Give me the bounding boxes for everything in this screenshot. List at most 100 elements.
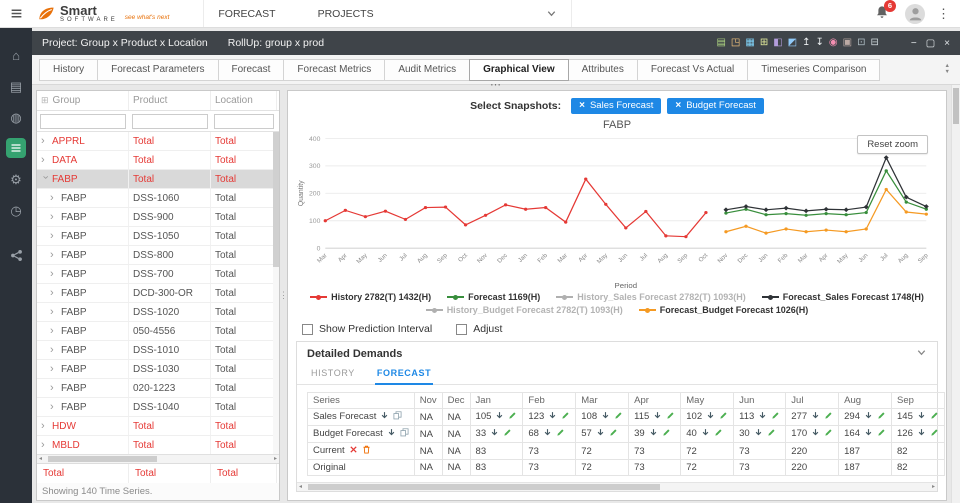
snapshot-chip-sales-forecast[interactable]: ×Sales Forecast bbox=[571, 98, 661, 114]
minimize-icon[interactable]: − bbox=[911, 38, 917, 49]
edit-icon[interactable] bbox=[714, 428, 723, 440]
tree-row[interactable]: ›FABPDSS-900Total bbox=[37, 208, 279, 227]
kebab-menu-icon[interactable]: ⋮ bbox=[937, 7, 950, 20]
tree-row[interactable]: ›MBLDTotalTotal bbox=[37, 436, 279, 454]
sidebar-item-history[interactable]: ◷ bbox=[0, 199, 32, 221]
legend-item-history[interactable]: History 2782(T) 1432(H) bbox=[310, 292, 431, 302]
collapse-chevron-icon[interactable] bbox=[916, 347, 927, 361]
expand-icon[interactable]: › bbox=[41, 136, 49, 147]
demands-col-nov[interactable]: Nov bbox=[414, 393, 442, 409]
add-icon[interactable]: ⊞ bbox=[760, 38, 768, 48]
decrease-icon[interactable] bbox=[548, 411, 557, 423]
tree-row[interactable]: ›FABPDSS-1020Total bbox=[37, 303, 279, 322]
expand-icon[interactable]: › bbox=[50, 383, 58, 394]
sidebar-item-globe[interactable]: ◍ bbox=[0, 106, 32, 128]
sidebar-item-share[interactable] bbox=[0, 244, 32, 266]
splitter-handle-icon[interactable]: ⋯ bbox=[490, 81, 502, 89]
decrease-icon[interactable] bbox=[701, 428, 710, 440]
forecast-chart[interactable]: 0100200300400MarAprMayJunJulAugSepOctNov… bbox=[294, 131, 940, 291]
scrollbar-thumb[interactable] bbox=[308, 484, 660, 490]
sidebar-item-projects[interactable] bbox=[0, 137, 32, 159]
scrollbar-thumb[interactable] bbox=[48, 456, 157, 462]
decrease-icon[interactable] bbox=[917, 428, 926, 440]
panel-splitter[interactable]: ⋮ bbox=[280, 90, 287, 501]
sidebar-item-settings[interactable]: ⚙ bbox=[0, 168, 32, 190]
expand-icon[interactable]: › bbox=[50, 250, 58, 261]
app-logo[interactable]: Smart SOFTWARE see what's next bbox=[37, 4, 169, 23]
sidebar-item-home[interactable]: ⌂ bbox=[0, 44, 32, 66]
nav-forecast[interactable]: FORECAST bbox=[218, 8, 275, 20]
edit-icon[interactable] bbox=[609, 428, 618, 440]
edit-icon[interactable] bbox=[556, 428, 565, 440]
remove-icon[interactable] bbox=[349, 445, 358, 457]
close-icon[interactable]: × bbox=[944, 38, 950, 49]
expand-icon[interactable]: › bbox=[50, 269, 58, 280]
detailed-demands-header[interactable]: Detailed Demands bbox=[297, 342, 937, 365]
delete-icon[interactable] bbox=[362, 445, 371, 457]
scroll-right-icon[interactable]: ▸ bbox=[932, 484, 935, 490]
hamburger-menu-icon[interactable] bbox=[10, 7, 23, 20]
demands-col-apr[interactable]: Apr bbox=[629, 393, 681, 409]
edit-icon[interactable] bbox=[503, 428, 512, 440]
edit-icon[interactable] bbox=[662, 428, 671, 440]
checkbox-icon[interactable] bbox=[302, 324, 313, 335]
tree-row[interactable]: ›FABPDSS-1060Total bbox=[37, 189, 279, 208]
tab-forecast[interactable]: Forecast bbox=[218, 59, 285, 81]
decrease-icon[interactable] bbox=[601, 411, 610, 423]
download-icon[interactable]: ↧ bbox=[816, 38, 824, 48]
save-icon[interactable]: ◩ bbox=[788, 38, 797, 48]
tree-col-product[interactable]: Product bbox=[129, 91, 211, 110]
demands-col-mar[interactable]: Mar bbox=[576, 393, 629, 409]
tree-row[interactable]: ›FABP050-4556Total bbox=[37, 322, 279, 341]
option-adjust[interactable]: Adjust bbox=[456, 323, 502, 335]
legend-item-history-budget[interactable]: History_Budget Forecast 2782(T) 1093(H) bbox=[426, 305, 623, 315]
edit-icon[interactable] bbox=[824, 411, 833, 423]
expand-icon[interactable]: › bbox=[50, 402, 58, 413]
tab-graphical-view[interactable]: Graphical View bbox=[469, 59, 569, 81]
edit-icon[interactable]: ◳ bbox=[731, 38, 740, 48]
decrease-icon[interactable] bbox=[917, 411, 926, 423]
product-filter-input[interactable] bbox=[132, 114, 208, 129]
tree-total-row[interactable]: Total Total Total bbox=[37, 463, 279, 483]
copy-icon[interactable] bbox=[393, 411, 402, 423]
reset-zoom-button[interactable]: Reset zoom bbox=[857, 135, 928, 154]
demands-tab-forecast[interactable]: FORECAST bbox=[375, 365, 433, 385]
snapshot-chip-budget-forecast[interactable]: ×Budget Forecast bbox=[667, 98, 764, 114]
decrease-icon[interactable] bbox=[653, 411, 662, 423]
tab-history[interactable]: History bbox=[39, 59, 98, 81]
edit-icon[interactable] bbox=[877, 428, 886, 440]
expand-icon[interactable]: › bbox=[50, 288, 58, 299]
tree-row[interactable]: ›FABPDSS-1040Total bbox=[37, 398, 279, 417]
upload-icon[interactable]: ↥ bbox=[802, 38, 810, 48]
decrease-icon[interactable] bbox=[864, 428, 873, 440]
calendar-icon[interactable]: ▤ bbox=[716, 38, 725, 48]
expand-icon[interactable]: › bbox=[50, 345, 58, 356]
tab-forecast-parameters[interactable]: Forecast Parameters bbox=[97, 59, 218, 81]
edit-icon[interactable] bbox=[666, 411, 675, 423]
copy-icon[interactable] bbox=[400, 428, 409, 440]
snapshot-icon[interactable]: ◉ bbox=[829, 38, 838, 48]
tab-audit-metrics[interactable]: Audit Metrics bbox=[384, 59, 470, 81]
demands-col-jul[interactable]: Jul bbox=[786, 393, 839, 409]
demands-horizontal-scrollbar[interactable]: ◂ ▸ bbox=[297, 482, 937, 491]
decrease-icon[interactable] bbox=[596, 428, 605, 440]
decrease-icon[interactable] bbox=[864, 411, 873, 423]
scrollbar-thumb[interactable] bbox=[953, 88, 959, 124]
restore-icon[interactable]: ▢ bbox=[926, 38, 935, 49]
tree-row[interactable]: ›FABPDSS-1050Total bbox=[37, 227, 279, 246]
tree-horizontal-scrollbar[interactable]: ◂ ▸ bbox=[37, 454, 279, 463]
demands-tab-history[interactable]: HISTORY bbox=[309, 365, 357, 384]
collapse-icon[interactable]: › bbox=[40, 175, 51, 183]
sidebar-item-dashboard[interactable]: ▤ bbox=[0, 75, 32, 97]
settings-icon[interactable]: ⊟ bbox=[870, 38, 878, 48]
expand-icon[interactable]: › bbox=[41, 155, 49, 166]
tab-forecast-metrics[interactable]: Forecast Metrics bbox=[283, 59, 385, 81]
decrease-icon[interactable] bbox=[758, 411, 767, 423]
edit-icon[interactable] bbox=[877, 411, 886, 423]
demands-col-jan[interactable]: Jan bbox=[470, 393, 523, 409]
decrease-icon[interactable] bbox=[543, 428, 552, 440]
tree-row[interactable]: ›FABPDSS-700Total bbox=[37, 265, 279, 284]
demands-col-feb[interactable]: Feb bbox=[523, 393, 576, 409]
decrease-icon[interactable] bbox=[649, 428, 658, 440]
decrease-icon[interactable] bbox=[754, 428, 763, 440]
